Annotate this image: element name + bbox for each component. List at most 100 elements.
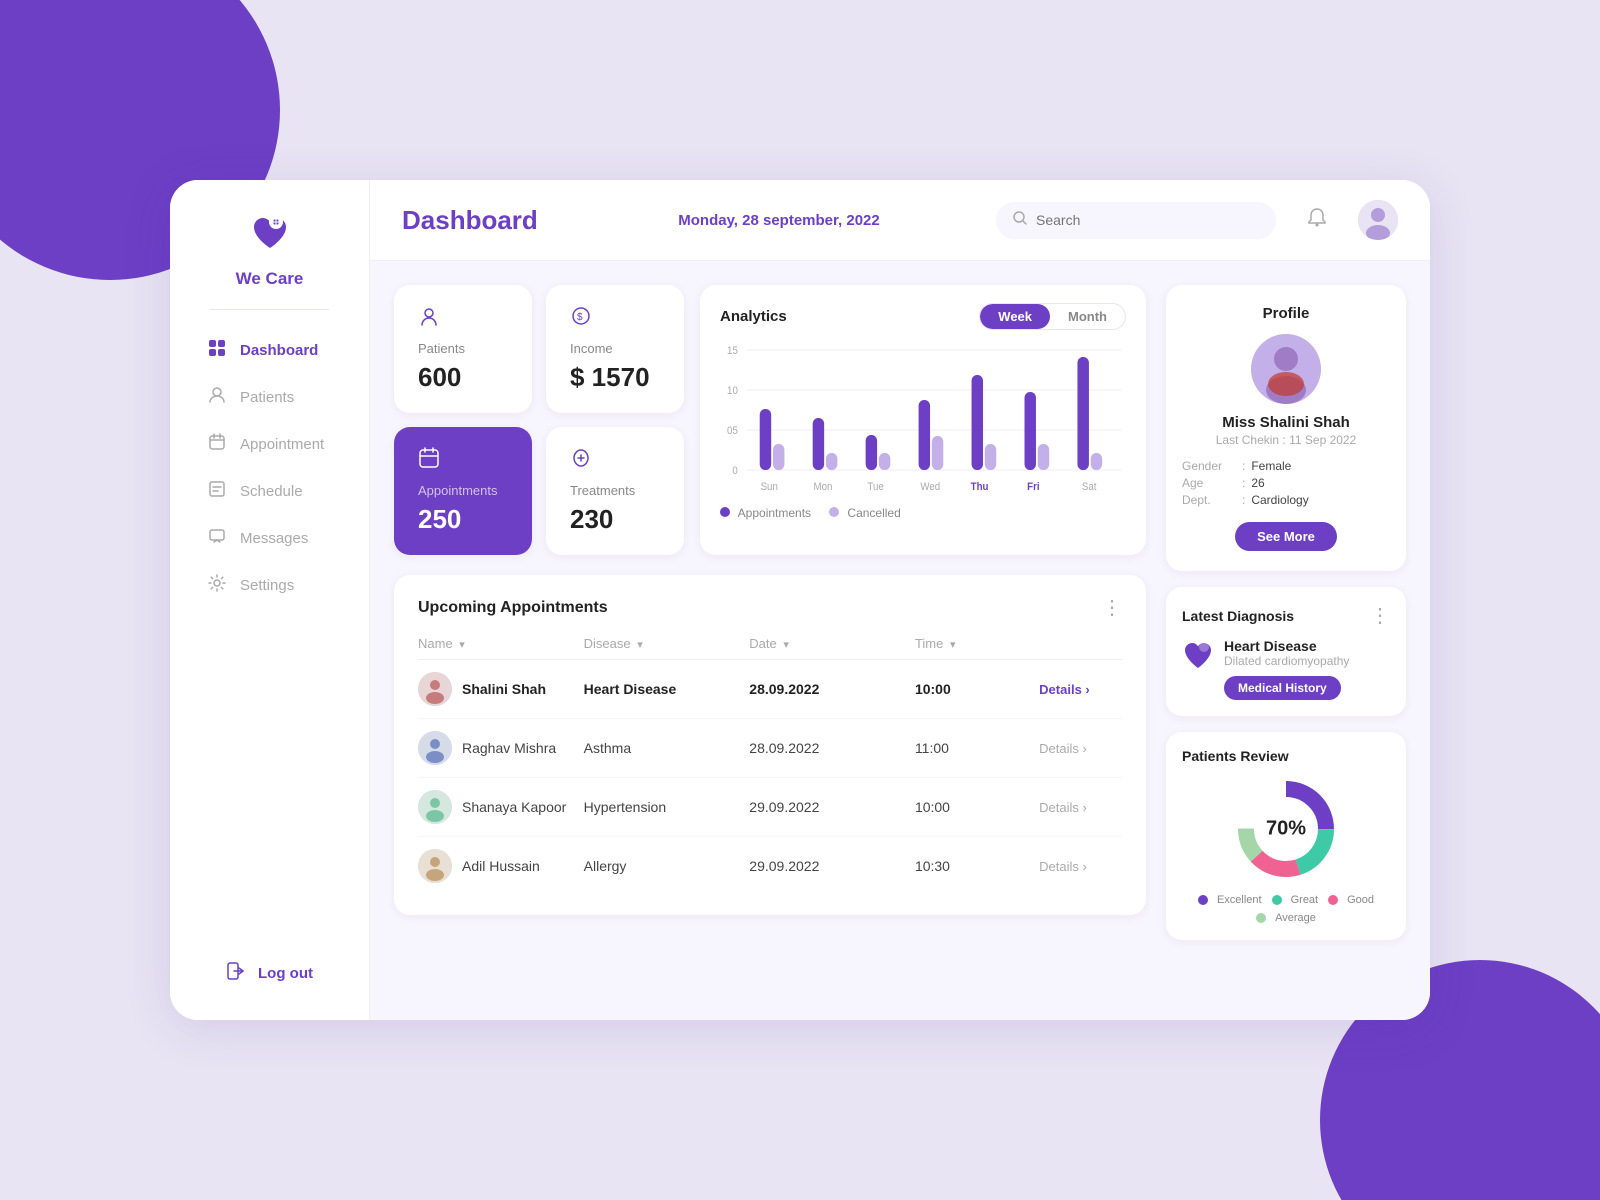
patient-name: Adil Hussain [462,858,540,874]
patients-stat-icon [418,305,440,333]
upcoming-title: Upcoming Appointments [418,599,608,617]
logo-text: We Care [236,269,304,289]
details-link[interactable]: Details › [1039,741,1122,756]
patient-date: 29.09.2022 [749,799,915,815]
dashboard-icon [208,339,226,362]
donut-chart: 70% [1231,774,1341,884]
table-row: Shalini Shah Heart Disease 28.09.2022 10… [418,660,1122,719]
profile-dept-row: Dept. : Cardiology [1182,493,1390,507]
col-date: Date ▾ [749,636,915,651]
income-stat-icon: $ [570,305,592,333]
diagnosis-info: Heart Disease Dilated cardiomyopathy Med… [1224,638,1349,700]
week-month-toggle: Week Month [979,303,1126,330]
diagnosis-card: Latest Diagnosis ⋮ Heart Disease Di [1166,587,1406,716]
right-panel: Profile Miss Shalini Shah Last Chekin : … [1166,285,1406,996]
messages-icon [208,527,226,550]
diagnosis-sub: Dilated cardiomyopathy [1224,654,1349,668]
legend-great: Great [1272,894,1319,906]
patient-name: Shalini Shah [462,681,546,697]
income-stat-label: Income [570,341,613,356]
treatments-stat-icon [570,447,592,475]
logout-button[interactable]: Log out [198,950,341,996]
sidebar-label-dashboard: Dashboard [240,342,318,359]
table-row: Shanaya Kapoor Hypertension 29.09.2022 1… [418,778,1122,837]
cancelled-legend: Cancelled [829,506,901,520]
sidebar-label-schedule: Schedule [240,483,303,500]
review-card: Patients Review [1166,732,1406,940]
search-bar [996,202,1276,239]
settings-icon [208,574,226,597]
sidebar-label-settings: Settings [240,577,294,594]
svg-text:Tue: Tue [867,482,884,494]
appointment-icon [208,433,226,456]
patient-cell: Raghav Mishra [418,731,584,765]
diagnosis-name: Heart Disease [1224,638,1349,654]
analytics-header: Analytics Week Month [720,303,1126,330]
app-container: We Care Dashboard Patients Appointment [170,180,1430,1020]
sidebar-item-schedule[interactable]: Schedule [180,469,359,514]
month-toggle-button[interactable]: Month [1050,304,1125,329]
appointments-stat-card: Appointments 250 [394,427,532,555]
header-date: Monday, 28 september, 2022 [582,212,976,229]
appointments-stat-value: 250 [418,504,461,535]
svg-text:Sun: Sun [761,482,778,494]
income-stat-value: $ 1570 [570,362,650,393]
treatments-stat-value: 230 [570,504,613,535]
col-details [1039,636,1122,651]
upcoming-appointments-card: Upcoming Appointments ⋮ Name ▾ Disease ▾… [394,575,1146,915]
patient-time: 10:00 [915,681,1039,697]
patient-date: 29.09.2022 [749,858,915,874]
svg-text:Fri: Fri [1027,482,1040,494]
sidebar-item-settings[interactable]: Settings [180,563,359,608]
see-more-button[interactable]: See More [1235,522,1337,551]
details-link[interactable]: Details › [1039,800,1122,815]
diagnosis-more-button[interactable]: ⋮ [1370,603,1390,628]
appointments-stat-label: Appointments [418,483,498,498]
sidebar-item-messages[interactable]: Messages [180,516,359,561]
analytics-card: Analytics Week Month 15 10 05 [700,285,1146,555]
center-panel: Patients 600 $ Income $ 1570 [394,285,1146,996]
details-link[interactable]: Details › [1039,682,1122,697]
stats-row: Patients 600 $ Income $ 1570 [394,285,1146,555]
appointments-stat-icon [418,447,440,475]
appointments-legend: Appointments [720,506,811,520]
treatments-stat-label: Treatments [570,483,635,498]
avatar[interactable] [1358,200,1398,240]
table-header: Name ▾ Disease ▾ Date ▾ Time ▾ [418,636,1122,660]
patient-date: 28.09.2022 [749,681,915,697]
logout-label: Log out [258,965,313,982]
details-link[interactable]: Details › [1039,859,1122,874]
profile-age-row: Age : 26 [1182,476,1390,490]
patients-stat-value: 600 [418,362,461,393]
review-legend: Excellent Great Good [1182,894,1390,924]
profile-gender-row: Gender : Female [1182,459,1390,473]
bell-icon[interactable] [1306,206,1328,234]
more-options-button[interactable]: ⋮ [1102,595,1122,620]
col-name: Name ▾ [418,636,584,651]
donut-chart-container: 70% Excellent Great [1182,774,1390,924]
medical-history-button[interactable]: Medical History [1224,676,1341,700]
sidebar-item-dashboard[interactable]: Dashboard [180,328,359,373]
patient-time: 10:30 [915,858,1039,874]
patient-disease: Hypertension [584,799,750,815]
svg-text:Sat: Sat [1082,482,1097,494]
week-toggle-button[interactable]: Week [980,304,1050,329]
schedule-icon [208,480,226,503]
sidebar-item-patients[interactable]: Patients [180,375,359,420]
profile-card: Profile Miss Shalini Shah Last Chekin : … [1166,285,1406,571]
patient-cell: Shalini Shah [418,672,584,706]
svg-text:Wed: Wed [920,482,940,494]
profile-name: Miss Shalini Shah [1222,414,1350,431]
svg-text:15: 15 [727,346,738,358]
patient-name: Raghav Mishra [462,740,556,756]
sidebar-item-appointment[interactable]: Appointment [180,422,359,467]
table-row: Adil Hussain Allergy 29.09.2022 10:30 De… [418,837,1122,895]
avatar [418,731,452,765]
sidebar-label-appointment: Appointment [240,436,324,453]
search-input[interactable] [1036,212,1260,228]
svg-text:Thu: Thu [971,482,989,494]
legend-excellent: Excellent [1198,894,1262,906]
heart-disease-icon [1182,640,1214,679]
logo: We Care [236,212,304,289]
patient-date: 28.09.2022 [749,740,915,756]
